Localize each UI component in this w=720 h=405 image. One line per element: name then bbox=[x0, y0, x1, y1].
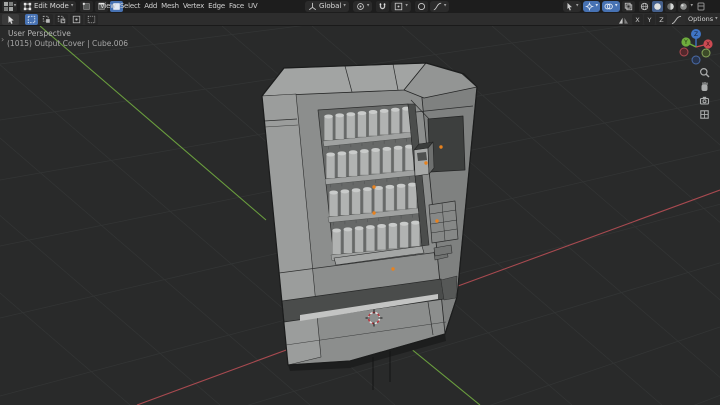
gizmo-y-label: Y bbox=[683, 39, 688, 46]
rendered-sphere-icon bbox=[679, 3, 687, 10]
overlays-icon bbox=[604, 3, 613, 10]
select-subtract-mode[interactable] bbox=[55, 14, 68, 25]
select-invert-icon bbox=[72, 15, 81, 24]
header-edge-icon bbox=[697, 2, 705, 11]
snap-falloff-icon bbox=[671, 15, 682, 24]
select-set-mode[interactable] bbox=[25, 14, 38, 25]
viewport-3d[interactable] bbox=[0, 0, 720, 405]
visibility-pointer-icon bbox=[567, 2, 572, 11]
chevron-down-icon: ▾ bbox=[576, 2, 579, 9]
camera-view-icon[interactable] bbox=[699, 95, 710, 106]
perspective-toggle-icon[interactable] bbox=[699, 109, 710, 120]
active-object-label: (1015) Output Cover | Cube.006 bbox=[7, 39, 129, 48]
options-dropdown[interactable]: Options ▾ bbox=[685, 14, 720, 25]
view-perspective-label: User Perspective bbox=[8, 29, 71, 38]
transform-orientation-dropdown[interactable]: Global ▾ bbox=[305, 1, 349, 12]
menu-mesh[interactable]: Mesh bbox=[159, 0, 181, 13]
select-mode-vertex[interactable] bbox=[80, 1, 94, 12]
mode-label: Edit Mode bbox=[34, 2, 69, 10]
select-extend-icon bbox=[42, 15, 50, 23]
right-face-recess bbox=[440, 275, 458, 301]
viewport-nav-controls bbox=[699, 67, 711, 120]
tweak-cursor-icon bbox=[8, 15, 14, 24]
active-tool-button[interactable] bbox=[2, 14, 19, 25]
edit-mode-icon bbox=[23, 2, 32, 11]
zoom-tool-icon[interactable] bbox=[699, 67, 710, 78]
menu-view[interactable]: View bbox=[98, 0, 118, 13]
gizmo-minus-y-axis[interactable] bbox=[701, 48, 711, 58]
tool-settings-bar: X Y Z Options ▾ bbox=[0, 13, 720, 26]
chevron-down-icon: ▾ bbox=[443, 2, 447, 9]
blender-window: { "header": { "mode_label": "Edit Mode",… bbox=[0, 0, 720, 405]
shading-rendered-button[interactable] bbox=[677, 1, 689, 12]
chevron-down-icon: ▾ bbox=[595, 2, 599, 9]
select-intersect-mode[interactable] bbox=[85, 14, 98, 25]
select-extend-mode[interactable] bbox=[40, 14, 53, 25]
snap-toggle[interactable] bbox=[376, 1, 390, 12]
select-intersect-icon bbox=[87, 15, 96, 24]
mirror-icon bbox=[618, 17, 629, 24]
menu-edge[interactable]: Edge bbox=[206, 0, 227, 13]
coin-slot bbox=[417, 152, 427, 161]
select-new-icon bbox=[27, 15, 36, 24]
chevron-down-icon: ▾ bbox=[715, 15, 718, 22]
chevron-down-icon: ▾ bbox=[405, 2, 408, 9]
navigation-gizmo[interactable]: Z X Y bbox=[676, 26, 718, 68]
mirror-z-toggle[interactable]: Z bbox=[656, 14, 667, 25]
mirror-x-toggle[interactable]: X bbox=[632, 14, 643, 25]
menu-face[interactable]: Face bbox=[227, 0, 246, 13]
magnet-icon bbox=[380, 3, 386, 10]
menu-select[interactable]: Select bbox=[118, 0, 142, 13]
xray-icon bbox=[624, 2, 632, 11]
gizmo-minus-z-axis[interactable] bbox=[691, 55, 701, 65]
proportional-editing-toggle[interactable] bbox=[414, 1, 428, 12]
editor-type-button[interactable]: ▾ bbox=[2, 1, 17, 12]
chevron-down-icon: ▾ bbox=[13, 2, 17, 9]
proportional-circle-icon bbox=[417, 2, 425, 11]
chevron-down-icon: ▾ bbox=[366, 2, 370, 9]
gizmo-x-label: X bbox=[706, 41, 710, 48]
wireframe-sphere-icon bbox=[640, 2, 648, 11]
orientation-axes-icon bbox=[308, 2, 317, 11]
mode-dropdown[interactable]: Edit Mode ▾ bbox=[20, 1, 77, 12]
menu-uv[interactable]: UV bbox=[246, 0, 260, 13]
proportional-falloff-dropdown[interactable]: ▾ bbox=[429, 1, 450, 12]
material-sphere-icon bbox=[666, 3, 674, 10]
snap-target-icon bbox=[395, 2, 403, 11]
snap-settings-dropdown[interactable]: ▾ bbox=[391, 1, 411, 12]
chevron-down-icon: ▾ bbox=[343, 2, 346, 9]
menu-add[interactable]: Add bbox=[142, 0, 159, 13]
coin-box-side bbox=[427, 141, 435, 175]
orientation-label: Global bbox=[319, 2, 342, 10]
menu-bar: View Select Add Mesh Vertex Edge Face UV bbox=[98, 1, 260, 12]
pivot-point-icon bbox=[357, 3, 364, 10]
solid-sphere-icon bbox=[653, 3, 661, 10]
shading-material-button[interactable] bbox=[664, 1, 676, 12]
shading-wireframe-button[interactable] bbox=[638, 1, 650, 12]
show-overlays-toggle[interactable]: ▾ bbox=[602, 1, 620, 12]
gizmo-minus-x-axis[interactable] bbox=[679, 47, 689, 57]
toolbar-expand-arrow[interactable]: › bbox=[1, 35, 4, 44]
gizmo-z-label: Z bbox=[694, 31, 698, 38]
show-gizmo-toggle[interactable]: ▾ bbox=[582, 1, 601, 12]
pan-hand-icon[interactable] bbox=[699, 81, 710, 92]
xray-toggle[interactable] bbox=[621, 1, 635, 12]
menu-vertex[interactable]: Vertex bbox=[181, 0, 206, 13]
select-subtract-icon bbox=[57, 15, 66, 24]
vending-machine-model[interactable] bbox=[261, 62, 478, 390]
falloff-curve-icon bbox=[433, 2, 442, 11]
pivot-point-dropdown[interactable]: ▾ bbox=[352, 1, 373, 12]
chevron-down-icon: ▾ bbox=[615, 2, 618, 9]
chevron-down-icon: ▾ bbox=[690, 2, 694, 9]
viewport-header: ▾ Edit Mode ▾ View Select Add Mesh Verte… bbox=[0, 0, 720, 13]
editor-type-icon bbox=[3, 2, 13, 11]
mirror-y-toggle[interactable]: Y bbox=[644, 14, 655, 25]
options-label: Options bbox=[688, 15, 714, 23]
object-visibility-dropdown[interactable]: ▾ bbox=[563, 1, 581, 12]
gizmo-icon bbox=[585, 2, 593, 11]
select-invert-mode[interactable] bbox=[70, 14, 83, 25]
chevron-down-icon: ▾ bbox=[70, 2, 74, 9]
shading-solid-button[interactable] bbox=[651, 1, 663, 12]
vertex-select-icon bbox=[83, 2, 91, 10]
